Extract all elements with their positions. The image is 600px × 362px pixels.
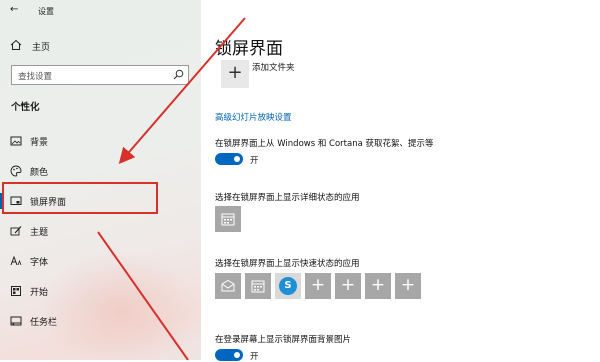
quick-status-label: 选择在锁屏界面上显示快速状态的应用 [215, 259, 360, 269]
nav-home[interactable]: 主页 [10, 38, 190, 54]
sidebar-item-label: 主题 [30, 228, 49, 238]
title-bar: ← 设置 [0, 0, 201, 22]
sidebar-item-label: 字体 [30, 258, 49, 268]
signin-background-toggle[interactable] [215, 349, 243, 361]
page-title: 锁屏界面 [215, 39, 283, 59]
quick-status-mail-tile[interactable] [215, 273, 241, 299]
calendar-icon [251, 280, 265, 293]
sidebar-item-themes[interactable]: 主题 [0, 220, 200, 242]
quick-status-add-slot[interactable]: + [305, 273, 331, 299]
search-input[interactable]: 查找设置 [11, 65, 189, 85]
calendar-icon [221, 213, 235, 226]
sidebar-item-taskbar[interactable]: 任务栏 [0, 310, 200, 332]
plus-icon: + [400, 275, 416, 295]
start-icon [11, 286, 21, 296]
sidebar-item-label: 背景 [30, 138, 49, 148]
sidebar-item-start[interactable]: 开始 [0, 280, 200, 302]
taskbar-icon [10, 316, 22, 326]
plus-icon: + [370, 275, 386, 295]
font-icon [10, 255, 22, 266]
quick-status-add-slot[interactable]: + [335, 273, 361, 299]
plus-icon: + [227, 62, 243, 83]
plus-icon: + [340, 275, 356, 295]
fun-facts-toggle[interactable] [215, 153, 243, 165]
search-icon[interactable] [173, 69, 184, 80]
app-title: 设置 [38, 7, 54, 16]
skype-icon: S [279, 277, 297, 295]
fun-facts-state: 开 [250, 156, 259, 166]
mail-icon [221, 279, 235, 292]
plus-icon: + [310, 275, 326, 295]
sidebar-item-colors[interactable]: 颜色 [0, 160, 200, 182]
search-placeholder: 查找设置 [18, 72, 53, 82]
sidebar-item-label: 任务栏 [30, 318, 58, 328]
fun-facts-label: 在锁屏界面上从 Windows 和 Cortana 获取花絮、提示等 [215, 139, 434, 149]
home-icon [10, 39, 22, 50]
sidebar: ← 设置 主页 查找设置 个性化 背景 颜色 锁屏界面 主题 字体 开始 任务栏 [0, 0, 201, 360]
sidebar-item-label: 颜色 [30, 168, 49, 178]
brush-icon [10, 226, 22, 236]
picture-icon [10, 136, 22, 146]
add-folder-label: 添加文件夹 [252, 63, 295, 73]
add-folder-button[interactable]: + [221, 60, 249, 88]
detailed-status-label: 选择在锁屏界面上显示详细状态的应用 [215, 193, 360, 203]
palette-icon [10, 165, 22, 177]
quick-status-skype-tile[interactable]: S [275, 273, 301, 299]
back-arrow-icon[interactable]: ← [10, 4, 18, 15]
sidebar-item-background[interactable]: 背景 [0, 130, 200, 152]
signin-background-label: 在登录屏幕上显示锁屏界面背景图片 [215, 335, 352, 345]
sidebar-item-fonts[interactable]: 字体 [0, 250, 200, 272]
main-content: 锁屏界面 + 添加文件夹 高级幻灯片放映设置 在锁屏界面上从 Windows 和… [201, 0, 600, 362]
quick-status-add-slot[interactable]: + [395, 273, 421, 299]
section-title: 个性化 [11, 102, 40, 113]
advanced-slideshow-link[interactable]: 高级幻灯片放映设置 [215, 111, 292, 123]
quick-status-calendar-tile[interactable] [245, 273, 271, 299]
signin-background-state: 开 [250, 352, 259, 362]
quick-status-add-slot[interactable]: + [365, 273, 391, 299]
sidebar-item-label: 开始 [30, 288, 49, 298]
nav-home-label: 主页 [32, 43, 51, 53]
detailed-status-app-tile[interactable] [215, 206, 241, 232]
annotation-highlight-box [2, 182, 158, 214]
